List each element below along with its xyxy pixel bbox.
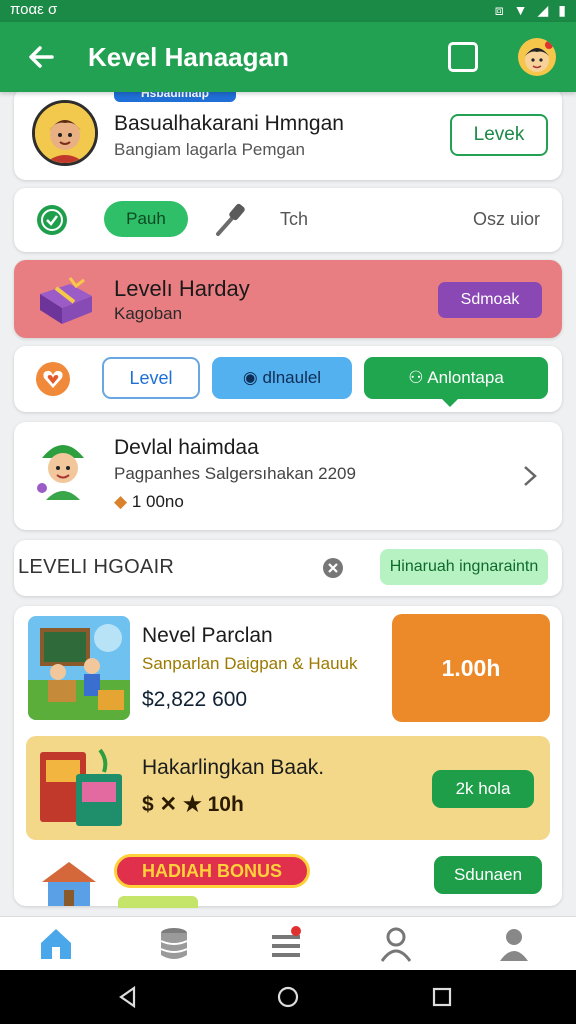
book-icon — [40, 748, 122, 826]
tablet-icon[interactable] — [448, 42, 478, 72]
tab-people[interactable]: ⚇ Anlontapa — [364, 357, 548, 407]
list-icon[interactable] — [268, 925, 304, 963]
signal-icon: ◢ — [537, 2, 549, 18]
promo-button[interactable]: Sdmoak — [438, 282, 542, 318]
status-bar: ποαε σ ⧈ ▼ ◢ ▮ — [0, 0, 576, 22]
coin-icon: ◆ — [114, 492, 128, 511]
product-value-button[interactable]: 1.00h — [392, 614, 550, 722]
filter-label: Tch — [280, 209, 309, 229]
tab-level[interactable]: Level — [102, 357, 200, 399]
section-header: LEVELI HGOAIR Hinaruah ingnaraintn — [14, 540, 562, 596]
promo-title: Levelı Harday — [114, 276, 250, 301]
back-triangle-icon[interactable] — [116, 985, 140, 1009]
people-icon: ⚇ — [408, 368, 424, 387]
filter-pill[interactable]: Pauh — [104, 201, 188, 237]
reward-title: Hakarlingkan Baak. — [142, 756, 325, 779]
shield-icon[interactable] — [36, 204, 68, 236]
tab-camera-label: dlnaulel — [262, 368, 322, 387]
back-arrow-icon[interactable] — [24, 40, 58, 74]
level-button[interactable]: Levek — [450, 114, 548, 156]
bonus-badge-secondary — [118, 896, 198, 908]
system-nav-bar — [0, 970, 576, 1024]
wifi-icon: ▼ — [513, 2, 528, 18]
profile-card: Hsbadlmalp Basualhakarani Hmngan Bangiam… — [14, 86, 562, 180]
database-icon[interactable] — [156, 925, 192, 963]
profile-avatar — [32, 100, 98, 166]
promo-subtitle: Kagoban — [114, 304, 183, 323]
level-item-title: Devlal haimdaa — [114, 436, 259, 459]
vibrate-icon: ⧈ — [494, 2, 504, 18]
tab-camera[interactable]: ◉ dlnaulel — [212, 357, 352, 399]
camera-icon: ◉ — [242, 368, 258, 387]
app-bar: Kevel Hanaagan — [0, 22, 576, 92]
gift-box-icon — [40, 277, 92, 324]
level-item-card[interactable]: Devlal haimdaa Pagpanhes Salgersıhakan 2… — [14, 422, 562, 530]
reward-stats: $ ✕ ★ 10h — [142, 793, 244, 816]
dropper-icon[interactable] — [212, 200, 248, 238]
game-thumbnail — [28, 616, 130, 720]
home-icon[interactable] — [38, 925, 74, 963]
tab-people-label: Anlontapa — [427, 368, 504, 387]
filter-right-text: Osz uior — [472, 209, 540, 229]
reward-item: Hakarlingkan Baak. $ ✕ ★ 10h 2k hola — [26, 736, 550, 840]
house-icon — [42, 862, 96, 906]
status-icons: ⧈ ▼ ◢ ▮ — [495, 2, 566, 19]
home-circle-icon[interactable] — [276, 985, 300, 1009]
reward-button[interactable]: 2k hola — [432, 770, 534, 808]
coin-value: 1 00no — [131, 492, 184, 511]
promo-banner[interactable]: Levelı Harday Kagoban Sdmoak — [14, 260, 562, 338]
section-title: LEVELI HGOAIR — [18, 556, 175, 578]
chevron-right-icon[interactable] — [522, 464, 538, 488]
people-icon[interactable] — [378, 925, 414, 963]
close-icon[interactable] — [322, 557, 344, 579]
product-title: Nevel Parclan — [142, 624, 273, 647]
profile-name: Basualhakarani Hmngan — [114, 112, 344, 135]
filter-row: Pauh Tch Osz uior — [14, 188, 562, 252]
level-item-coins: ◆ 1 00no — [114, 492, 184, 512]
tab-row: Level ◉ dlnaulel ⚇ Anlontapa — [14, 346, 562, 412]
status-time: ποαε σ — [10, 1, 58, 18]
profile-subtitle: Bangiam lagarla Pemgan — [114, 140, 305, 159]
page-title: Kevel Hanaagan — [88, 42, 289, 72]
bonus-button[interactable]: Sdunaen — [434, 856, 542, 894]
level-item-subtitle: Pagpanhes Salgersıhakan 2209 — [114, 464, 356, 483]
section-pill[interactable]: Hinaruah ingnaraintn — [380, 549, 548, 585]
product-list: Nevel Parclan Sanparlan Daigpan & Hauuk … — [14, 606, 562, 908]
recents-square-icon[interactable] — [430, 985, 454, 1009]
bottom-nav — [0, 916, 576, 970]
person-icon[interactable] — [496, 925, 532, 963]
product-subtitle: Sanparlan Daigpan & Hauuk — [142, 654, 358, 673]
product-price: $2,822 600 — [142, 688, 248, 711]
heart-badge-icon[interactable] — [34, 360, 72, 398]
avatar[interactable] — [518, 38, 556, 76]
battery-icon: ▮ — [558, 2, 566, 18]
elf-avatar — [37, 445, 84, 500]
bonus-badge: HADIAH BONUS — [114, 854, 310, 888]
